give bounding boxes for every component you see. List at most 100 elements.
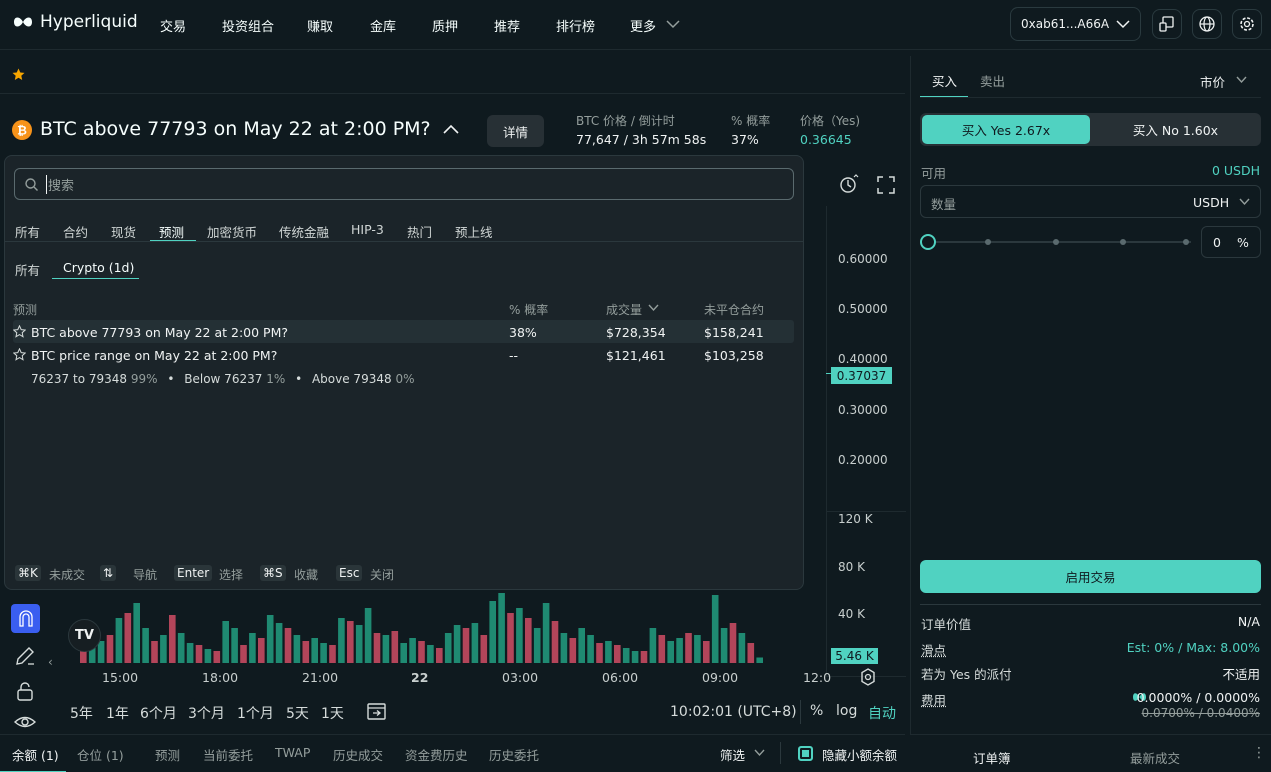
- chart-clock[interactable]: 10:02:01 (UTC+8): [670, 704, 797, 720]
- log-toggle[interactable]: log: [836, 703, 857, 719]
- hide-small-checkbox[interactable]: [798, 746, 813, 761]
- subtab-crypto-1d[interactable]: Crypto (1d): [63, 260, 134, 275]
- tab-tradfi[interactable]: 传统金融: [279, 222, 329, 241]
- active-subtab-underline: [52, 278, 139, 279]
- star-outline-icon[interactable]: [13, 348, 26, 361]
- tab-balances[interactable]: 余额 (1): [12, 745, 59, 764]
- tab-hip3[interactable]: HIP-3: [351, 222, 384, 237]
- outcome-label[interactable]: Above 79348: [312, 372, 392, 386]
- tab-open-orders[interactable]: 当前委托: [203, 745, 253, 764]
- table-row[interactable]: BTC above 77793 on May 22 at 2:00 PM? 38…: [13, 320, 794, 343]
- fullscreen-icon[interactable]: [877, 176, 895, 194]
- volume-bar: [266, 615, 274, 663]
- tab-order-history[interactable]: 历史委托: [489, 745, 539, 764]
- chart-settings-icon[interactable]: [858, 667, 878, 687]
- sort-desc-icon[interactable]: [648, 304, 659, 312]
- indicator-icon[interactable]: [838, 174, 860, 196]
- magnet-tool[interactable]: [11, 604, 40, 633]
- quantity-input[interactable]: 数量 USDH: [920, 185, 1261, 218]
- hint-text: 收藏: [294, 568, 319, 582]
- range-6m[interactable]: 6个月: [140, 703, 177, 723]
- tab-prelaunch[interactable]: 预上线: [455, 222, 493, 241]
- tab-funding-history[interactable]: 资金费历史: [405, 745, 468, 764]
- order-type-select[interactable]: 市价: [1200, 72, 1225, 91]
- filter-dropdown[interactable]: 筛选: [720, 745, 745, 764]
- size-slider-track[interactable]: [927, 241, 1191, 243]
- volume-bar: [391, 631, 399, 663]
- col-header-open-interest[interactable]: 未平仓合约: [704, 301, 764, 318]
- percent-toggle[interactable]: %: [810, 703, 823, 719]
- tab-predictions[interactable]: 预测: [159, 222, 184, 241]
- tab-predictions[interactable]: 预测: [155, 745, 180, 764]
- volume-bar: [711, 595, 719, 663]
- range-1m[interactable]: 1个月: [237, 703, 274, 723]
- settings-button[interactable]: [1232, 9, 1262, 39]
- tab-twap[interactable]: TWAP: [275, 745, 310, 760]
- vol-label: 80 K: [838, 560, 865, 574]
- slippage-value[interactable]: Est: 0% / Max: 8.00%: [1127, 640, 1260, 655]
- volume-bar: [293, 635, 301, 663]
- date-range-icon[interactable]: [366, 700, 387, 721]
- outcome-label[interactable]: 76237 to 79348: [31, 372, 127, 386]
- subtab-all[interactable]: 所有: [15, 260, 40, 279]
- col-header-volume[interactable]: 成交量: [606, 301, 642, 318]
- col-header-prob[interactable]: % 概率: [509, 301, 548, 318]
- volume-bar: [507, 613, 514, 663]
- tab-sell[interactable]: 卖出: [980, 71, 1005, 90]
- language-button[interactable]: [1192, 9, 1222, 39]
- volume-bar: [142, 628, 149, 663]
- volume-bar: [240, 645, 247, 663]
- tab-positions[interactable]: 仓位 (1): [77, 745, 124, 764]
- volume-bar: [676, 638, 683, 663]
- quantity-unit[interactable]: USDH: [1193, 195, 1229, 210]
- size-percent-input[interactable]: 0 %: [1201, 226, 1261, 258]
- x-label: 06:00: [602, 670, 639, 685]
- tab-crypto[interactable]: 加密货币: [207, 222, 257, 241]
- chevron-down-icon: [1116, 20, 1130, 29]
- size-slider-handle[interactable]: [920, 234, 936, 250]
- col-header-prediction[interactable]: 预测: [13, 301, 37, 318]
- available-label: 可用: [921, 166, 947, 181]
- volume-bar: [480, 635, 488, 663]
- volume-bar: [614, 645, 621, 663]
- tab-all[interactable]: 所有: [15, 222, 40, 241]
- pencil-icon[interactable]: [14, 645, 36, 667]
- more-options-icon[interactable]: ⋮: [1252, 745, 1266, 761]
- search-input[interactable]: 搜索: [14, 168, 794, 200]
- tab-orderbook[interactable]: 订单簿: [973, 748, 1011, 767]
- range-5d[interactable]: 5天: [286, 703, 309, 723]
- chevron-down-icon: [754, 749, 765, 757]
- buy-yes-button[interactable]: 买入 Yes 2.67x: [922, 115, 1090, 144]
- volume-bar: [418, 641, 425, 663]
- volume-bar: [667, 641, 674, 663]
- hide-small-label: 隐藏小额余额: [822, 748, 898, 763]
- eye-icon[interactable]: [14, 713, 36, 731]
- tab-buy[interactable]: 买入: [932, 71, 957, 90]
- x-label: 12:0: [803, 670, 832, 685]
- volume-bar: [355, 625, 363, 663]
- volume-bar: [320, 643, 327, 663]
- range-1y[interactable]: 1年: [106, 703, 129, 723]
- row-market-name: BTC above 77793 on May 22 at 2:00 PM?: [31, 325, 288, 340]
- volume-bar: [694, 635, 701, 663]
- tab-spot[interactable]: 现货: [111, 222, 136, 241]
- collapse-toolbar-icon[interactable]: ‹: [48, 655, 53, 669]
- device-button[interactable]: [1152, 9, 1182, 39]
- range-3m[interactable]: 3个月: [188, 703, 225, 723]
- wallet-button[interactable]: 0xab61...A66A: [1010, 7, 1141, 41]
- tab-perps[interactable]: 合约: [63, 222, 88, 241]
- tab-trending[interactable]: 热门: [407, 222, 432, 241]
- tab-recent-trades[interactable]: 最新成交: [1130, 748, 1180, 767]
- tab-trade-history[interactable]: 历史成交: [333, 745, 383, 764]
- buy-no-button[interactable]: 买入 No 1.60x: [1092, 115, 1259, 144]
- tradingview-logo-icon[interactable]: TV: [68, 619, 101, 652]
- auto-toggle[interactable]: 自动: [868, 703, 896, 723]
- range-5y[interactable]: 5年: [70, 703, 93, 723]
- lock-icon[interactable]: [15, 681, 35, 701]
- star-outline-icon[interactable]: [13, 325, 26, 338]
- volume-bar: [338, 618, 345, 663]
- range-1d[interactable]: 1天: [321, 703, 344, 723]
- enable-trading-button[interactable]: 启用交易: [920, 560, 1261, 593]
- table-row[interactable]: BTC price range on May 22 at 2:00 PM? --…: [13, 343, 794, 366]
- outcome-label[interactable]: Below 76237: [184, 372, 262, 386]
